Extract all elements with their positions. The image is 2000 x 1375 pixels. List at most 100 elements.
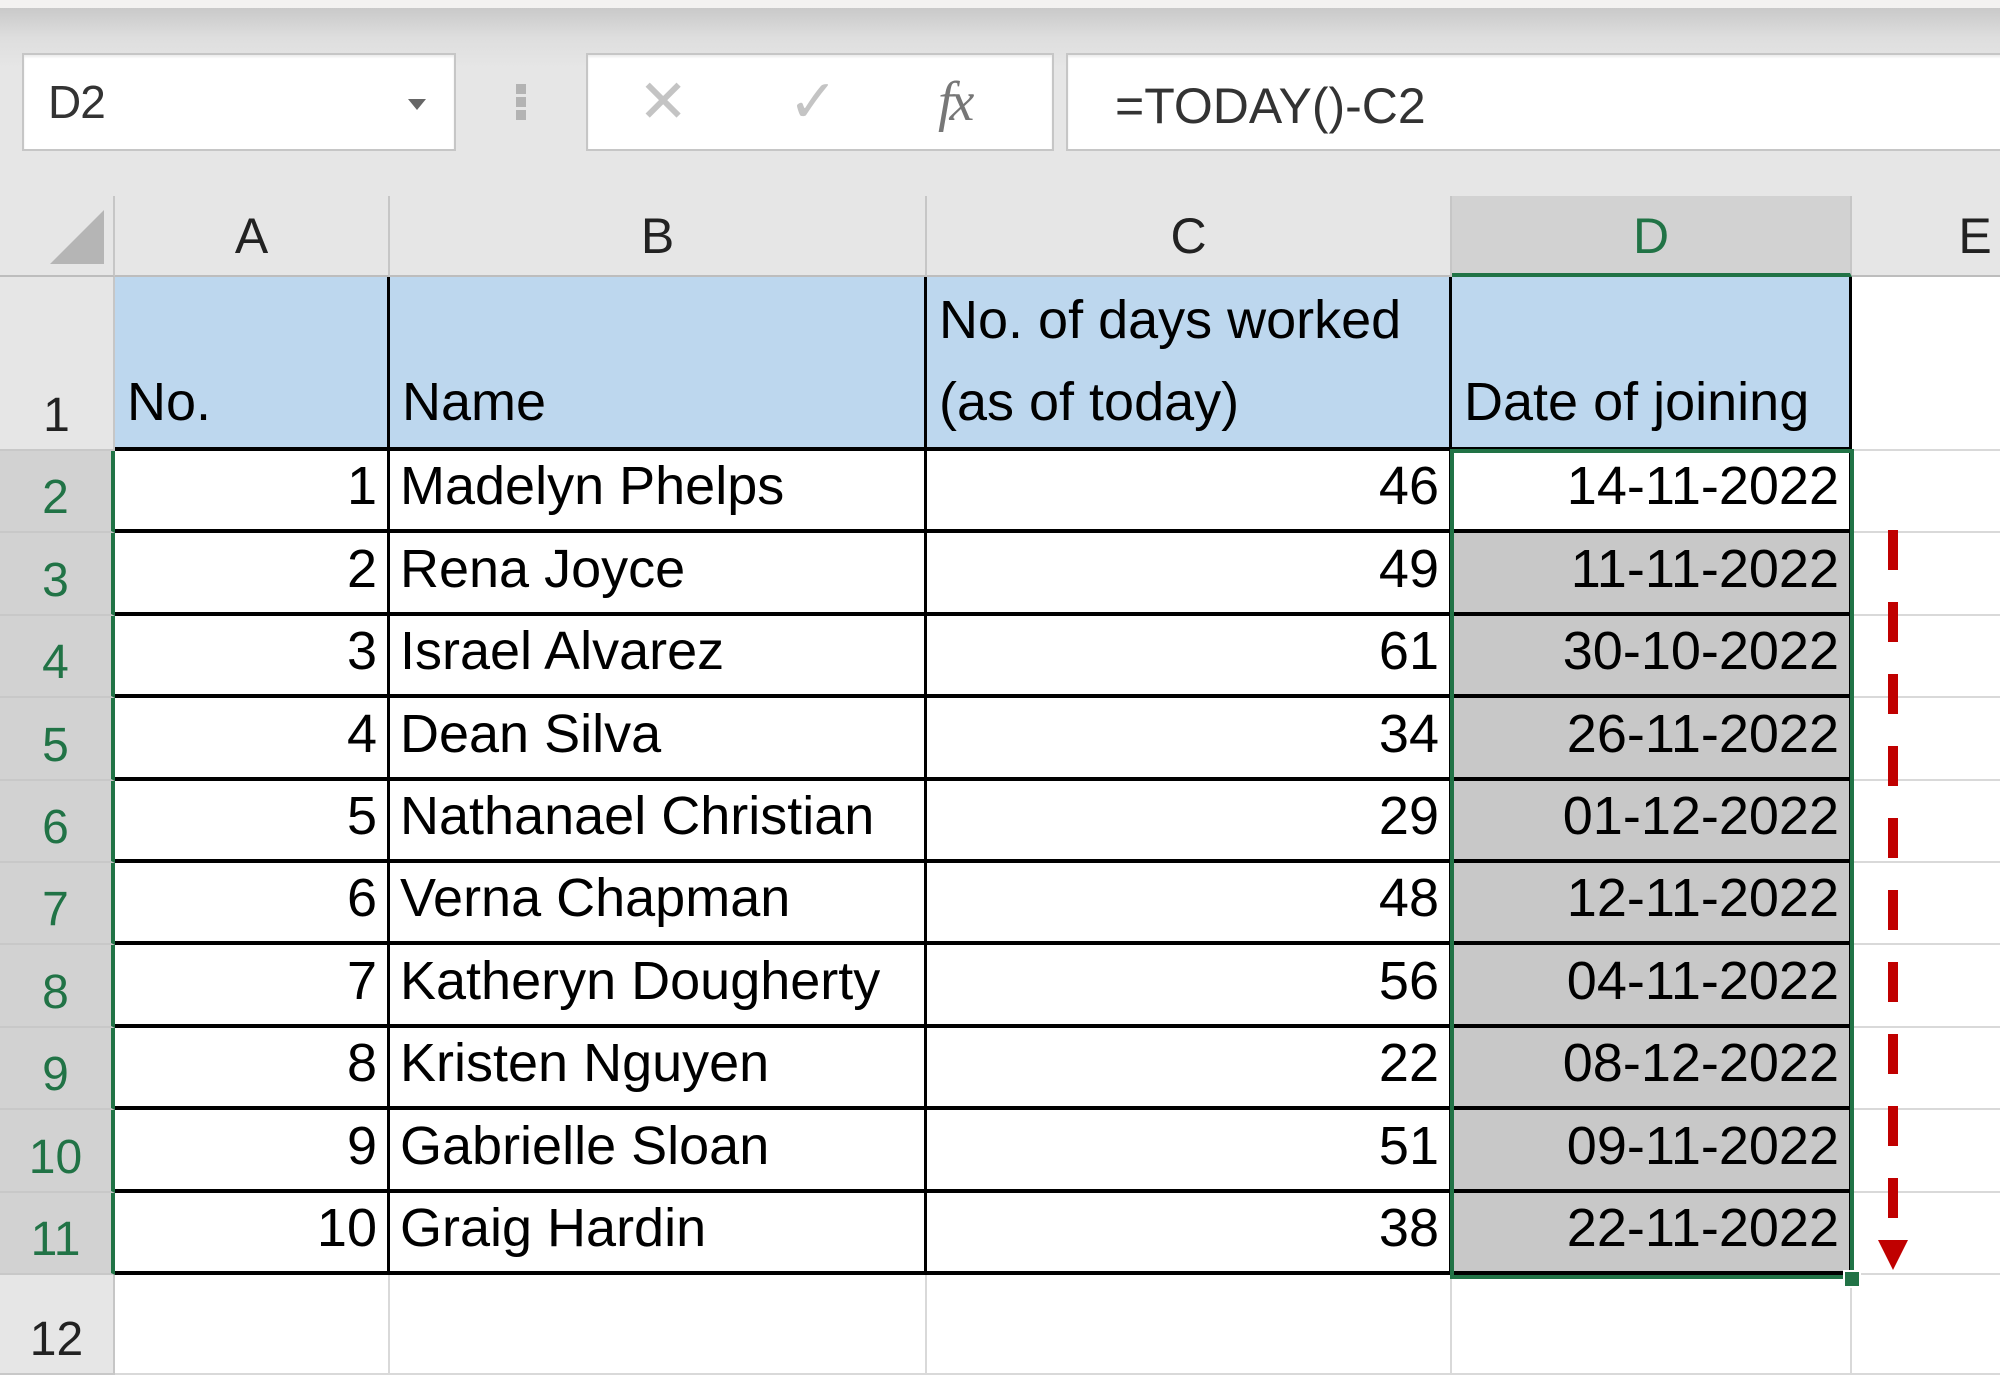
select-all-button[interactable] [0,196,115,277]
row-number: 1 [43,389,70,442]
empty-cell[interactable] [1852,1028,2000,1111]
table-header-cell[interactable]: No. [115,277,390,451]
table-cell-days[interactable]: 49 [927,533,1452,616]
row-header-11[interactable]: 11 [0,1192,115,1275]
table-cell-days[interactable]: 38 [927,1192,1452,1275]
grip-handle[interactable] [516,84,526,124]
empty-cell[interactable] [1852,863,2000,946]
empty-cell[interactable] [1452,1275,1852,1375]
table-cell-no[interactable]: 2 [115,533,390,616]
table-cell-name[interactable]: Dean Silva [390,698,927,781]
row-header-7[interactable]: 7 [0,863,115,946]
cell-text: 3 [346,621,377,682]
table-header-cell[interactable]: Date of joining [1452,277,1852,451]
table-cell-name[interactable]: Rena Joyce [390,533,927,616]
empty-cell[interactable] [1852,945,2000,1028]
table-cell-name[interactable]: Verna Chapman [390,863,927,946]
table-cell-no[interactable]: 10 [115,1192,390,1275]
column-header-a[interactable]: A [115,196,390,277]
table-cell-days[interactable]: 29 [927,780,1452,863]
row-number: 10 [28,1130,83,1184]
table-cell-name[interactable]: Israel Alvarez [390,615,927,699]
table-cell-no[interactable]: 7 [115,945,390,1028]
column-header-c[interactable]: C [927,196,1452,277]
table-cell-days[interactable]: 22 [927,1027,1452,1111]
cell-text: Gabrielle Sloan [400,1115,770,1176]
column-header-d[interactable]: D [1452,196,1852,277]
cell-text: Verna Chapman [400,868,791,929]
row-header-1[interactable]: 1 [0,277,115,451]
table-cell-name[interactable]: Nathanael Christian [390,780,927,863]
table-cell-date[interactable]: 08-12-2022 [1452,1027,1852,1111]
table-cell-no[interactable]: 5 [115,780,390,863]
table-cell-name[interactable]: Kristen Nguyen [390,1027,927,1111]
cell-text: 10 [316,1197,377,1258]
insert-function-icon[interactable]: fx [938,67,974,137]
empty-cell[interactable] [115,1275,390,1375]
row-header-10[interactable]: 10 [0,1110,115,1193]
table-cell-name[interactable]: Madelyn Phelps [390,451,927,534]
empty-cell[interactable] [1852,616,2000,699]
empty-cell[interactable] [1852,1110,2000,1193]
empty-cell[interactable] [1852,277,2000,451]
empty-cell[interactable] [1852,1275,2000,1375]
table-cell-no[interactable]: 3 [115,615,390,699]
row-number: 7 [42,883,69,937]
table-cell-no[interactable]: 1 [115,451,390,534]
row-header-8[interactable]: 8 [0,945,115,1028]
row-header-5[interactable]: 5 [0,698,115,781]
table-cell-date[interactable]: 04-11-2022 [1452,945,1852,1028]
table-cell-days[interactable]: 56 [927,945,1452,1028]
empty-cell[interactable] [1852,1193,2000,1275]
table-cell-days[interactable]: 51 [927,1110,1452,1193]
table-cell-no[interactable]: 9 [115,1110,390,1193]
table-header-cell[interactable]: Name [390,277,927,451]
row-header-2[interactable]: 2 [0,451,115,534]
name-box[interactable]: D2 [22,53,456,151]
cell-text: 04-11-2022 [1566,950,1839,1011]
empty-cell[interactable] [1852,698,2000,781]
table-cell-date[interactable]: 26-11-2022 [1452,698,1852,781]
cell-text: 56 [1378,950,1439,1011]
table-header-cell[interactable]: No. of days worked (as of today) [927,277,1452,451]
cell-text: 61 [1378,621,1439,682]
table-cell-days[interactable]: 46 [927,451,1452,534]
enter-icon[interactable]: ✓ [788,67,838,137]
table-cell-date[interactable]: 12-11-2022 [1452,863,1852,946]
empty-cell[interactable] [390,1275,927,1375]
row-header-4[interactable]: 4 [0,615,115,699]
table-cell-no[interactable]: 4 [115,698,390,781]
row-header-6[interactable]: 6 [0,780,115,863]
table-cell-days[interactable]: 34 [927,698,1452,781]
table-cell-days[interactable]: 48 [927,863,1452,946]
table-cell-no[interactable]: 6 [115,863,390,946]
column-header-e[interactable]: E [1852,196,2000,277]
formula-input[interactable]: =TODAY()-C2 [1066,53,2000,151]
empty-cell[interactable] [1852,533,2000,616]
fill-handle[interactable] [1843,1270,1861,1288]
table-cell-date[interactable]: 30-10-2022 [1452,615,1852,699]
row-header-9[interactable]: 9 [0,1027,115,1111]
empty-cell[interactable] [1852,451,2000,534]
cancel-icon[interactable]: ✕ [638,67,688,137]
table-cell-name[interactable]: Katheryn Dougherty [390,945,927,1028]
table-cell-date[interactable]: 11-11-2022 [1452,533,1852,616]
table-cell-date[interactable]: 09-11-2022 [1452,1110,1852,1193]
empty-cell[interactable] [927,1275,1452,1375]
row-number: 8 [42,965,69,1019]
table-cell-no[interactable]: 8 [115,1027,390,1111]
table-cell-name[interactable]: Graig Hardin [390,1192,927,1275]
empty-cell[interactable] [1852,781,2000,863]
chevron-down-icon[interactable] [408,99,426,110]
table-cell-date[interactable]: 22-11-2022 [1452,1192,1852,1275]
row-number: 11 [30,1212,81,1266]
row-header-3[interactable]: 3 [0,533,115,616]
row-number: 6 [42,800,69,854]
row-header-12[interactable]: 12 [0,1275,115,1375]
table-cell-days[interactable]: 61 [927,615,1452,699]
cell-text: 26-11-2022 [1566,703,1839,764]
column-header-b[interactable]: B [390,196,927,277]
table-cell-name[interactable]: Gabrielle Sloan [390,1110,927,1193]
table-cell-date[interactable]: 01-12-2022 [1452,780,1852,863]
table-cell-date[interactable]: 14-11-2022 [1452,451,1852,534]
